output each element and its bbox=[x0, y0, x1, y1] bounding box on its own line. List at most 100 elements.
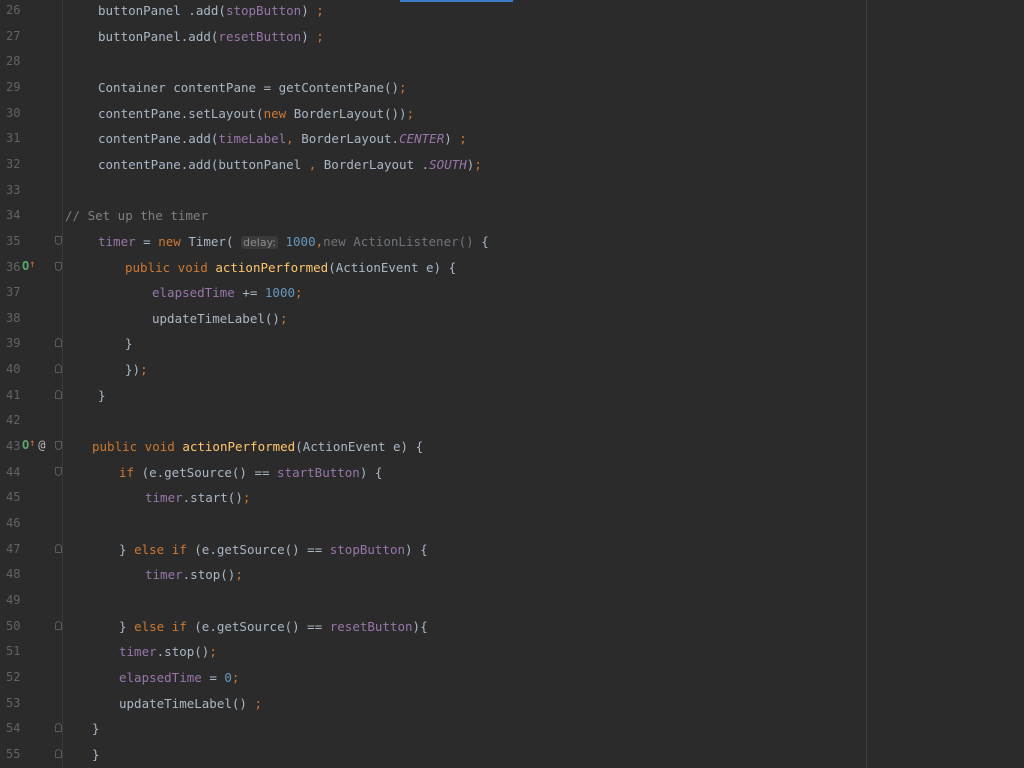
code-line[interactable]: 45 timer.start(); bbox=[0, 487, 1024, 513]
code-text[interactable]: Container contentPane = getContentPane()… bbox=[98, 80, 407, 95]
code-line[interactable]: 34 // Set up the timer bbox=[0, 205, 1024, 231]
override-annotation-gutter-icon[interactable]: O↑ @ bbox=[22, 438, 46, 452]
code-token: timeLabel bbox=[218, 131, 287, 147]
fold-end-icon[interactable] bbox=[55, 543, 62, 553]
code-text[interactable]: contentPane.add(timeLabel, BorderLayout.… bbox=[98, 131, 467, 146]
code-text[interactable]: } bbox=[125, 336, 133, 351]
fold-end-icon[interactable] bbox=[55, 620, 62, 630]
code-text[interactable]: timer.stop(); bbox=[145, 567, 243, 582]
code-text[interactable]: } bbox=[98, 388, 106, 403]
code-line[interactable]: 43 O↑ @ public void actionPerformed(ActionE… bbox=[0, 436, 1024, 462]
line-number: 41 bbox=[6, 387, 21, 402]
code-line[interactable]: 28 bbox=[0, 51, 1024, 77]
code-token: ; bbox=[474, 156, 482, 172]
line-number: 50 bbox=[6, 618, 21, 633]
code-text[interactable]: } else if (e.getSource() == stopButton) … bbox=[119, 542, 428, 557]
code-token: ; bbox=[399, 79, 407, 95]
code-line[interactable]: 53 updateTimeLabel() ; bbox=[0, 693, 1024, 719]
code-text[interactable]: timer.start(); bbox=[145, 490, 250, 505]
line-number: 51 bbox=[6, 644, 21, 659]
line-number: 38 bbox=[6, 310, 21, 325]
code-token: buttonPanel.add( bbox=[98, 28, 219, 44]
fold-end-icon[interactable] bbox=[55, 723, 62, 733]
code-text[interactable]: }); bbox=[125, 362, 148, 377]
code-line[interactable]: 30 contentPane.setLayout(new BorderLayout… bbox=[0, 103, 1024, 129]
code-token: startButton bbox=[277, 464, 360, 480]
code-line[interactable]: 42 bbox=[0, 410, 1024, 436]
line-number: 36 bbox=[6, 259, 21, 274]
code-token: timer bbox=[145, 490, 183, 506]
fold-toggle-icon[interactable] bbox=[55, 466, 62, 476]
code-text[interactable]: timer = new Timer( delay: 1000,new Actio… bbox=[98, 234, 489, 249]
code-line[interactable]: 27 buttonPanel.add(resetButton) ; bbox=[0, 26, 1024, 52]
code-line[interactable]: 26 buttonPanel .add(stopButton) ; bbox=[0, 0, 1024, 26]
code-token: public void bbox=[92, 439, 183, 455]
code-token: (e.getSource() == bbox=[194, 618, 330, 634]
code-line[interactable]: 55} bbox=[0, 744, 1024, 768]
arrow-up-icon: ↑ bbox=[29, 258, 36, 270]
code-text[interactable]: buttonPanel .add(stopButton) ; bbox=[98, 3, 324, 18]
code-token: new bbox=[158, 233, 189, 249]
fold-toggle-icon[interactable] bbox=[55, 261, 62, 271]
code-line[interactable]: 50 } else if (e.getSource() == resetButto… bbox=[0, 616, 1024, 642]
code-editor[interactable]: 26 buttonPanel .add(stopButton) ; 27 button… bbox=[0, 0, 1024, 768]
code-line[interactable]: 41} bbox=[0, 385, 1024, 411]
code-token: resetButton bbox=[329, 618, 413, 634]
code-text[interactable]: elapsedTime += 1000; bbox=[152, 285, 303, 300]
line-number: 34 bbox=[6, 208, 21, 223]
code-token: ){ bbox=[412, 618, 428, 634]
code-line[interactable]: 31 contentPane.add(timeLabel, BorderLayou… bbox=[0, 128, 1024, 154]
code-line[interactable]: 52 elapsedTime = 0; bbox=[0, 667, 1024, 693]
line-number: 42 bbox=[6, 413, 21, 428]
code-token: new bbox=[263, 105, 294, 121]
code-line[interactable]: 40}); bbox=[0, 359, 1024, 385]
code-line[interactable]: 54} bbox=[0, 718, 1024, 744]
code-text[interactable]: } else if (e.getSource() == resetButton)… bbox=[119, 619, 428, 634]
fold-end-icon[interactable] bbox=[55, 338, 62, 348]
code-text[interactable]: public void actionPerformed(ActionEvent … bbox=[92, 439, 423, 454]
code-token: ; bbox=[295, 285, 303, 301]
code-line[interactable]: 47} else if (e.getSource() == stopButton… bbox=[0, 539, 1024, 565]
fold-toggle-icon[interactable] bbox=[55, 235, 62, 245]
code-text[interactable]: if (e.getSource() == startButton) { bbox=[119, 465, 382, 480]
code-token: ; bbox=[140, 362, 148, 378]
fold-toggle-icon[interactable] bbox=[55, 441, 62, 451]
code-text[interactable]: } bbox=[92, 721, 100, 736]
line-number: 49 bbox=[6, 592, 21, 607]
code-line[interactable]: 39} bbox=[0, 333, 1024, 359]
code-line[interactable]: 44 if (e.getSource() == startButton) { bbox=[0, 462, 1024, 488]
fold-end-icon[interactable] bbox=[55, 748, 62, 758]
code-token: else if bbox=[134, 541, 195, 557]
code-text[interactable]: contentPane.setLayout(new BorderLayout()… bbox=[98, 106, 414, 121]
code-line[interactable]: 35 timer = new Timer( delay: 1000,new Act… bbox=[0, 231, 1024, 257]
code-token: = bbox=[135, 233, 159, 249]
code-line[interactable]: 33 bbox=[0, 180, 1024, 206]
code-text[interactable]: timer.stop(); bbox=[119, 644, 217, 659]
code-line[interactable]: 29 Container contentPane = getContentPane… bbox=[0, 77, 1024, 103]
code-text[interactable]: buttonPanel.add(resetButton) ; bbox=[98, 29, 324, 44]
code-line[interactable]: 38 updateTimeLabel(); bbox=[0, 308, 1024, 334]
code-line[interactable]: 48 timer.stop(); bbox=[0, 564, 1024, 590]
line-number: 31 bbox=[6, 131, 21, 146]
code-text[interactable]: elapsedTime = 0; bbox=[119, 670, 239, 685]
fold-end-icon[interactable] bbox=[55, 364, 62, 374]
code-token: Container contentPane = getContentPane() bbox=[98, 79, 400, 95]
code-text[interactable]: updateTimeLabel() ; bbox=[119, 696, 262, 711]
code-token: , bbox=[286, 131, 302, 147]
code-text[interactable]: } bbox=[92, 747, 100, 762]
code-line[interactable]: 51 timer.stop(); bbox=[0, 641, 1024, 667]
code-line[interactable]: 32 contentPane.add(buttonPanel , BorderLa… bbox=[0, 154, 1024, 180]
code-line[interactable]: 36 O↑ public void actionPerformed(ActionEv… bbox=[0, 257, 1024, 283]
code-line[interactable]: 37 elapsedTime += 1000; bbox=[0, 282, 1024, 308]
code-token: resetButton bbox=[218, 28, 302, 44]
code-line[interactable]: 49 bbox=[0, 590, 1024, 616]
code-text[interactable]: public void actionPerformed(ActionEvent … bbox=[125, 260, 456, 275]
override-gutter-icon[interactable]: O↑ bbox=[22, 259, 35, 273]
code-token: ; bbox=[406, 105, 415, 121]
code-text[interactable]: contentPane.add(buttonPanel , BorderLayo… bbox=[98, 157, 482, 172]
code-text[interactable]: // Set up the timer bbox=[65, 208, 208, 223]
code-text[interactable]: updateTimeLabel(); bbox=[152, 311, 287, 326]
line-number: 43 bbox=[6, 439, 21, 454]
code-line[interactable]: 46 bbox=[0, 513, 1024, 539]
fold-end-icon[interactable] bbox=[55, 389, 62, 399]
